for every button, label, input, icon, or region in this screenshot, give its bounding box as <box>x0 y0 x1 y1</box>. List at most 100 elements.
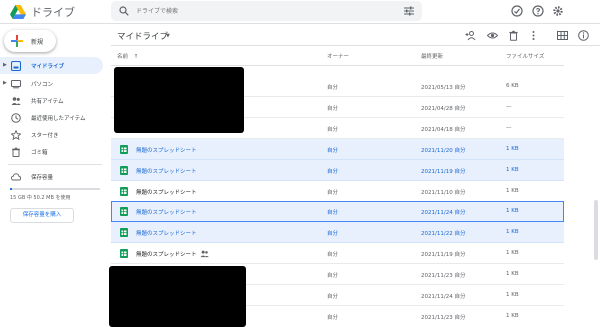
row-owner: 自分 <box>327 273 339 279</box>
row-name: 無題のスプレッドシート <box>136 252 197 258</box>
row-size: 1 KB <box>506 271 519 277</box>
row-size: 1 KB <box>506 292 519 298</box>
search-box[interactable] <box>111 1 422 21</box>
row-owner: 自分 <box>327 169 339 175</box>
spreadsheet-icon <box>120 207 128 216</box>
grid-view-icon[interactable] <box>557 30 568 41</box>
row-owner: 自分 <box>327 190 339 196</box>
drive-app: ドライブ ドライブで検索 新規 ▶ マイドライブ ▶ パソコン 共有アイテム 最… <box>0 0 600 327</box>
preview-eye-icon[interactable] <box>487 30 498 41</box>
expand-caret-icon[interactable]: ▶ <box>3 80 7 86</box>
table-row[interactable]: 無題のスプレッドシート 自分 2021/11/19 自分 1 KB <box>111 160 564 181</box>
sidebar-item-label: 共有アイテム <box>31 99 64 105</box>
trash-icon <box>12 147 20 157</box>
header-divider <box>111 65 564 66</box>
row-name: 無題のスプレッドシート <box>136 169 197 175</box>
column-header-size[interactable]: ファイルサイズ <box>506 52 544 60</box>
new-button-label: 新規 <box>31 39 44 46</box>
row-owner: 自分 <box>327 294 339 300</box>
breadcrumb-dropdown-icon[interactable]: ▼ <box>166 33 170 39</box>
row-modified: 2021/11/23 自分 <box>421 273 466 279</box>
buy-storage-button[interactable]: 保存容量を購入 <box>10 208 74 223</box>
top-bar: ドライブ <box>0 0 600 24</box>
sidebar-item-recent[interactable]: 最近使用したアイテム <box>0 109 103 126</box>
spreadsheet-icon <box>120 166 128 175</box>
row-size: — <box>506 125 512 131</box>
main-title-bar: マイドライブ ▼ <box>111 24 600 46</box>
row-modified: 2021/04/28 自分 <box>421 106 466 112</box>
spreadsheet-icon <box>120 145 128 154</box>
row-size: 1 KB <box>506 229 519 235</box>
row-owner: 自分 <box>327 231 339 237</box>
table-row[interactable]: 無題のスプレッドシート 自分 2021/11/19 自分 1 KB <box>111 243 564 264</box>
redacted-filenames-block <box>109 266 246 327</box>
row-owner: 自分 <box>327 315 339 321</box>
row-modified: 2021/11/24 自分 <box>421 294 466 300</box>
table-row[interactable]: 無題のスプレッドシート 自分 2021/11/20 自分 1 KB <box>111 139 564 160</box>
shared-people-icon <box>200 250 209 258</box>
help-icon[interactable] <box>532 5 544 17</box>
drive-logo-icon[interactable] <box>10 5 26 19</box>
expand-caret-icon[interactable]: ▶ <box>3 62 7 68</box>
column-header-name-label: 名前 <box>117 54 129 60</box>
row-size: 1 KB <box>506 146 519 152</box>
spreadsheet-icon <box>120 228 128 237</box>
row-owner: 自分 <box>327 127 339 133</box>
sidebar-item-trash[interactable]: ゴミ箱 <box>0 143 103 160</box>
search-icon[interactable] <box>119 6 129 16</box>
row-name: 無題のスプレッドシート <box>136 231 197 237</box>
row-modified: 2021/11/19 自分 <box>421 169 466 175</box>
clock-icon <box>11 113 21 123</box>
column-header-owner[interactable]: オーナー <box>327 52 349 60</box>
storage-usage-fill <box>10 188 12 190</box>
sidebar-item-label: パソコン <box>31 82 54 88</box>
info-icon[interactable] <box>578 30 589 41</box>
storage-usage-text: 15 GB 中 50.2 MB を使用 <box>10 195 71 201</box>
row-modified: 2021/05/13 自分 <box>421 85 466 91</box>
row-modified: 2021/11/23 自分 <box>421 315 466 321</box>
new-button[interactable]: 新規 <box>4 30 56 52</box>
search-options-icon[interactable] <box>404 6 414 16</box>
row-modified: 2021/11/20 自分 <box>421 148 466 154</box>
sidebar-item-my-drive[interactable]: ▶ マイドライブ <box>0 57 103 74</box>
sidebar-item-label: ゴミ箱 <box>31 150 48 156</box>
row-size: 1 KB <box>506 313 519 319</box>
sidebar-item-computers[interactable]: ▶ パソコン <box>0 75 103 92</box>
settings-gear-icon[interactable] <box>552 5 564 17</box>
delete-icon[interactable] <box>508 30 519 41</box>
sort-arrow-up-icon[interactable]: ↑ <box>134 54 139 60</box>
column-header-modified[interactable]: 最終更新 <box>421 52 443 60</box>
shared-people-icon <box>11 97 21 105</box>
table-row[interactable]: 無題のスプレッドシート 自分 2021/11/10 自分 1 KB <box>111 181 564 202</box>
sidebar-item-storage[interactable]: 保存容量 <box>0 168 103 185</box>
search-input[interactable] <box>136 3 386 19</box>
plus-icon <box>11 35 23 47</box>
row-modified: 2021/11/24 自分 <box>421 210 466 216</box>
share-add-person-icon[interactable] <box>465 30 476 41</box>
row-name: 無題のスプレッドシート <box>136 210 197 216</box>
scrollbar-thumb[interactable] <box>594 200 598 260</box>
storage-usage-bar <box>10 188 100 190</box>
offline-status-icon[interactable] <box>511 5 523 17</box>
scrollbar[interactable] <box>591 46 600 327</box>
more-actions-icon[interactable] <box>528 30 539 41</box>
table-row[interactable]: 無題のスプレッドシート 自分 2021/11/24 自分 1 KB <box>111 201 564 222</box>
row-size: — <box>506 104 512 110</box>
row-name: 無題のスプレッドシート <box>136 190 197 196</box>
row-modified: 2021/11/22 自分 <box>421 231 466 237</box>
row-owner: 自分 <box>327 85 339 91</box>
row-modified: 2021/04/18 自分 <box>421 127 466 133</box>
row-owner: 自分 <box>327 252 339 258</box>
redacted-filenames-block <box>114 67 244 133</box>
breadcrumb[interactable]: マイドライブ <box>117 30 168 42</box>
sidebar-item-shared[interactable]: 共有アイテム <box>0 92 103 109</box>
row-owner: 自分 <box>327 210 339 216</box>
table-row[interactable]: 無題のスプレッドシート 自分 2021/11/22 自分 1 KB <box>111 222 564 243</box>
row-size: 1 KB <box>506 250 519 256</box>
column-header-name[interactable]: 名前 ↑ <box>117 52 138 60</box>
row-owner: 自分 <box>327 148 339 154</box>
row-modified: 2021/11/19 自分 <box>421 252 466 258</box>
sidebar-item-label: 最近使用したアイテム <box>31 116 86 122</box>
app-name[interactable]: ドライブ <box>31 4 75 20</box>
sidebar-item-starred[interactable]: スター付き <box>0 126 103 143</box>
